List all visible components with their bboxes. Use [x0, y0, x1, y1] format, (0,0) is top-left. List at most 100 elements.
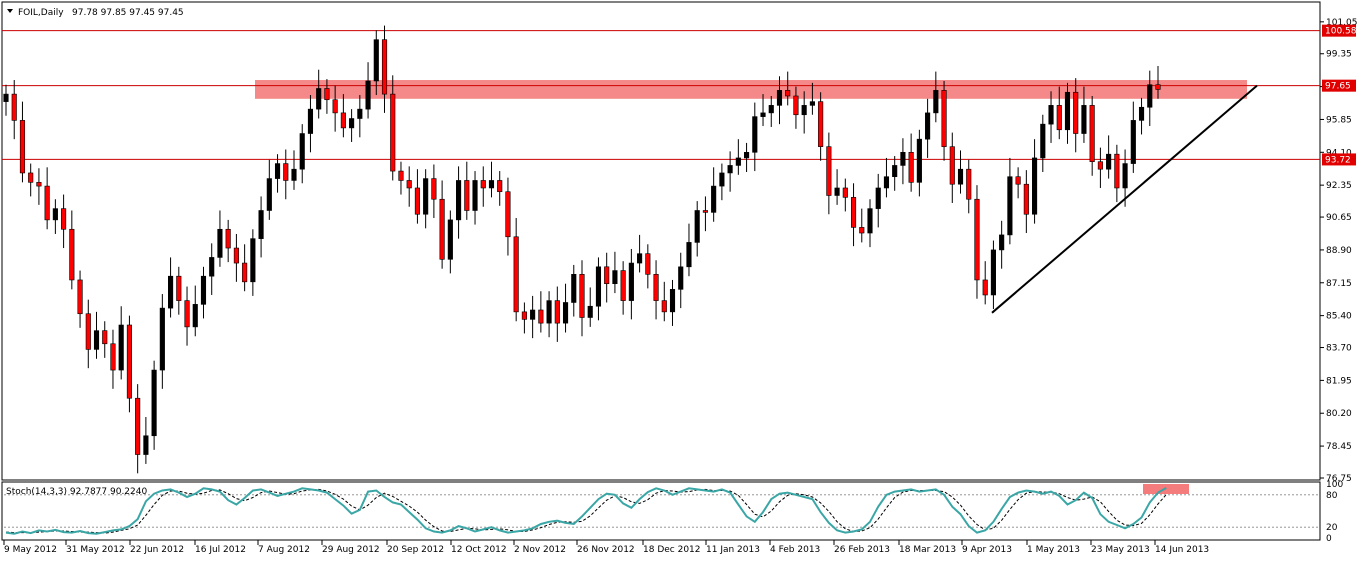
candle-up — [875, 187, 881, 209]
candle-down — [176, 275, 182, 301]
candle-up — [373, 39, 379, 82]
candle-up — [447, 219, 453, 260]
candle-down — [36, 182, 42, 187]
candle-up — [678, 266, 684, 290]
candle-up — [735, 157, 741, 166]
candle-up — [1064, 91, 1071, 131]
price-tag-label: 100.58 — [1325, 27, 1357, 37]
candle-down — [464, 180, 470, 211]
candle-up — [760, 112, 766, 117]
candle-down — [982, 279, 988, 296]
x-tick-label: 20 Sep 2012 — [387, 545, 444, 555]
candle-down — [1114, 153, 1120, 189]
candle-down — [28, 172, 34, 183]
candle-up — [200, 275, 207, 305]
candle-up — [612, 270, 618, 285]
candle-up — [867, 208, 873, 234]
price-tag-label: 97.65 — [1325, 82, 1351, 92]
candle-down — [850, 197, 857, 228]
candle-down — [480, 180, 486, 189]
x-tick-label: 9 May 2012 — [4, 545, 57, 555]
candle-up — [1081, 105, 1087, 134]
stoch-scale-label: 100 — [1326, 480, 1343, 490]
candle-up — [266, 178, 272, 211]
candle-down — [69, 228, 75, 281]
candle-down — [497, 180, 503, 193]
candle-down — [505, 191, 511, 238]
candle-down — [538, 309, 544, 324]
candle-down — [340, 112, 346, 129]
candle-up — [809, 101, 815, 106]
stoch-scale-label: 0 — [1326, 534, 1332, 544]
candle-up — [1040, 123, 1046, 159]
candle-down — [381, 39, 388, 95]
y-tick-label: 95.85 — [1326, 115, 1352, 125]
candle-up — [299, 133, 305, 170]
candle-up — [456, 180, 462, 221]
price-tags: 100.58 97.65 93.72 — [1322, 24, 1357, 166]
candle-up — [1147, 84, 1153, 108]
candle-up — [93, 330, 100, 350]
candle-down — [242, 262, 248, 283]
candle-up — [250, 238, 256, 283]
candle-down — [859, 227, 865, 234]
candle-up — [291, 168, 297, 181]
candle-up — [957, 168, 964, 185]
resistance-zone-rect — [255, 80, 1247, 99]
main-panel-frame — [1, 1, 1321, 481]
candle-down — [521, 311, 527, 320]
price-chart[interactable]: 101.0599.3597.6095.8594.1092.3590.6588.9… — [0, 0, 1363, 561]
x-tick-label: 11 Jan 2013 — [706, 545, 760, 555]
candle-up — [1048, 105, 1054, 125]
candle-down — [414, 187, 420, 215]
y-tick-label: 83.70 — [1326, 344, 1352, 354]
candle-down — [826, 146, 832, 196]
candle-down — [661, 300, 667, 313]
candle-up — [801, 105, 807, 116]
candle-down — [908, 152, 914, 183]
candle-up — [587, 305, 593, 318]
candle-down — [431, 178, 437, 200]
candle-down — [85, 313, 91, 350]
candle-up — [258, 210, 264, 239]
candle-down — [11, 93, 17, 121]
candle-down — [579, 274, 585, 318]
price-tag-label: 93.72 — [1325, 155, 1351, 165]
candle-up — [488, 180, 495, 189]
candle-down — [324, 88, 330, 101]
y-tick-label: 78.45 — [1326, 442, 1352, 452]
candle-up — [365, 80, 371, 110]
candle-down — [135, 397, 141, 455]
candle-up — [209, 257, 215, 277]
candle-down — [332, 99, 338, 114]
resistance-zone — [255, 80, 1247, 99]
candle-up — [1007, 176, 1013, 236]
candle-down — [966, 168, 972, 200]
candle-up — [571, 274, 577, 303]
candle-up — [727, 165, 733, 174]
x-tick-label: 29 Aug 2012 — [322, 545, 380, 555]
candle-up — [217, 228, 223, 258]
candle-up — [1106, 153, 1112, 170]
y-tick-label: 85.40 — [1326, 312, 1352, 322]
x-tick-label: 9 Apr 2013 — [962, 545, 1012, 555]
candle-down — [61, 208, 67, 230]
candle-up — [1130, 120, 1136, 164]
x-tick-label: 22 Jun 2012 — [130, 545, 184, 555]
candle-down — [184, 300, 190, 328]
candle-up — [999, 234, 1005, 251]
candle-down — [225, 228, 231, 249]
candle-up — [1032, 157, 1038, 215]
candle-down — [283, 163, 289, 181]
candle-down — [1155, 84, 1161, 90]
y-tick-label: 81.95 — [1326, 376, 1352, 386]
candle-down — [554, 300, 560, 324]
candle-up — [834, 187, 840, 196]
candle-up — [472, 180, 478, 211]
candle-down — [941, 90, 947, 147]
candle-down — [1089, 105, 1095, 162]
candle-up — [883, 176, 890, 189]
candle-up — [1138, 106, 1145, 121]
x-tick-label: 18 Dec 2012 — [643, 545, 701, 555]
candle-down — [102, 330, 108, 345]
